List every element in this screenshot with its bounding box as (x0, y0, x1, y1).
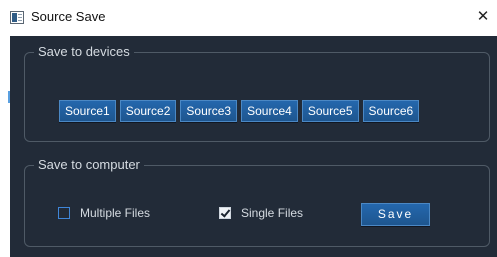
close-icon[interactable]: ✕ (474, 8, 492, 26)
source4-button[interactable]: Source4 (241, 100, 298, 122)
multiple-files-label: Multiple Files (80, 206, 151, 220)
single-files-label: Single Files (241, 206, 304, 220)
save-button[interactable]: Save (361, 203, 430, 226)
app-icon (10, 11, 24, 24)
window-title: Source Save (31, 9, 106, 24)
single-files-option[interactable]: Single Files (219, 205, 303, 221)
save-to-devices-label: Save to devices (38, 44, 130, 59)
single-files-checkbox[interactable] (219, 207, 231, 219)
save-to-computer-label: Save to computer (38, 157, 140, 172)
source-save-window: Source Save ✕ Save to devices Source1 So… (0, 0, 497, 257)
source5-button[interactable]: Source5 (301, 100, 359, 122)
save-to-computer-group: Save to computer (24, 157, 490, 247)
source3-button[interactable]: Source3 (180, 100, 238, 122)
save-to-devices-group: Save to devices Source1 Source2 Source3 … (24, 44, 490, 142)
device-button-row: Source1 Source2 Source3 Source4 Source5 … (59, 100, 420, 122)
source6-button[interactable]: Source6 (362, 100, 420, 122)
source2-button[interactable]: Source2 (119, 100, 177, 122)
multiple-files-option[interactable]: Multiple Files (58, 205, 150, 221)
source1-button[interactable]: Source1 (59, 100, 116, 122)
multiple-files-checkbox[interactable] (58, 207, 70, 219)
title-bar[interactable]: Source Save ✕ (0, 0, 497, 36)
